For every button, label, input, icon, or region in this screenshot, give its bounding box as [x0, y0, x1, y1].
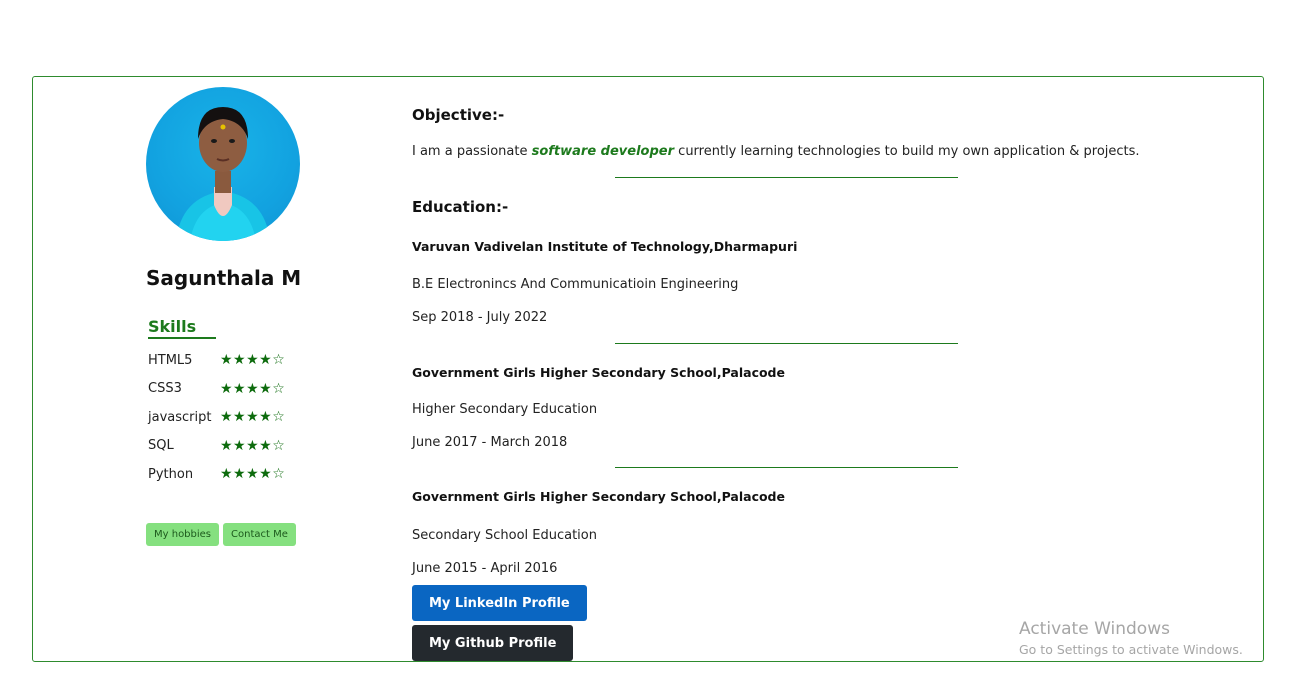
skill-name: HTML5	[148, 352, 193, 368]
person-portrait-icon	[176, 107, 270, 241]
skills-list: HTML5 ★★★★☆ CSS3 ★★★★☆ javascript ★★★★☆ …	[148, 346, 285, 489]
skill-row: Python ★★★★☆	[148, 460, 285, 489]
skill-name: javascript	[148, 409, 212, 425]
objective-text-before: I am a passionate	[412, 144, 528, 159]
objective-text-after: currently learning technologies to build…	[678, 144, 1140, 159]
period: Sep 2018 - July 2022	[412, 310, 548, 325]
skill-name: SQL	[148, 438, 174, 454]
education-heading: Education:-	[412, 198, 509, 216]
profile-actions: My hobbies Contact Me	[146, 523, 296, 546]
divider	[615, 177, 958, 178]
skills-heading: Skills	[148, 317, 216, 339]
profile-column	[146, 87, 316, 241]
linkedin-profile-button[interactable]: My LinkedIn Profile	[412, 585, 587, 621]
github-profile-button[interactable]: My Github Profile	[412, 625, 574, 661]
objective-heading: Objective:-	[412, 106, 505, 124]
star-rating: ★★★★☆	[220, 466, 286, 483]
skill-name: CSS3	[148, 381, 182, 397]
divider	[615, 467, 958, 468]
degree: Higher Secondary Education	[412, 402, 598, 417]
profile-photo	[146, 87, 300, 241]
objective-text: I am a passionate software developer cur…	[412, 144, 1140, 159]
contact-button[interactable]: Contact Me	[223, 523, 296, 546]
school-name: Government Girls Higher Secondary School…	[412, 489, 785, 504]
profile-name: Sagunthala M	[146, 266, 302, 290]
watermark-title: Activate Windows	[1019, 619, 1170, 639]
skill-name: Python	[148, 466, 194, 482]
divider	[615, 343, 958, 344]
degree: B.E Electronincs And Communicatioin Engi…	[412, 277, 739, 292]
star-rating: ★★★★☆	[220, 380, 286, 397]
period: June 2015 - April 2016	[412, 561, 558, 576]
objective-highlight: software developer	[531, 144, 675, 159]
star-rating: ★★★★☆	[220, 352, 286, 369]
degree: Secondary School Education	[412, 528, 597, 543]
skill-row: HTML5 ★★★★☆	[148, 346, 285, 375]
activate-windows-watermark: Activate Windows Go to Settings to activ…	[1019, 619, 1243, 657]
skill-row: javascript ★★★★☆	[148, 403, 285, 432]
period: June 2017 - March 2018	[412, 435, 568, 450]
star-rating: ★★★★☆	[220, 409, 286, 426]
school-name: Varuvan Vadivelan Institute of Technolog…	[412, 239, 798, 254]
watermark-subtitle: Go to Settings to activate Windows.	[1019, 642, 1243, 657]
school-name: Government Girls Higher Secondary School…	[412, 365, 785, 380]
star-rating: ★★★★☆	[220, 437, 286, 454]
skill-row: CSS3 ★★★★☆	[148, 375, 285, 404]
hobbies-button[interactable]: My hobbies	[146, 523, 220, 546]
skill-row: SQL ★★★★☆	[148, 432, 285, 461]
